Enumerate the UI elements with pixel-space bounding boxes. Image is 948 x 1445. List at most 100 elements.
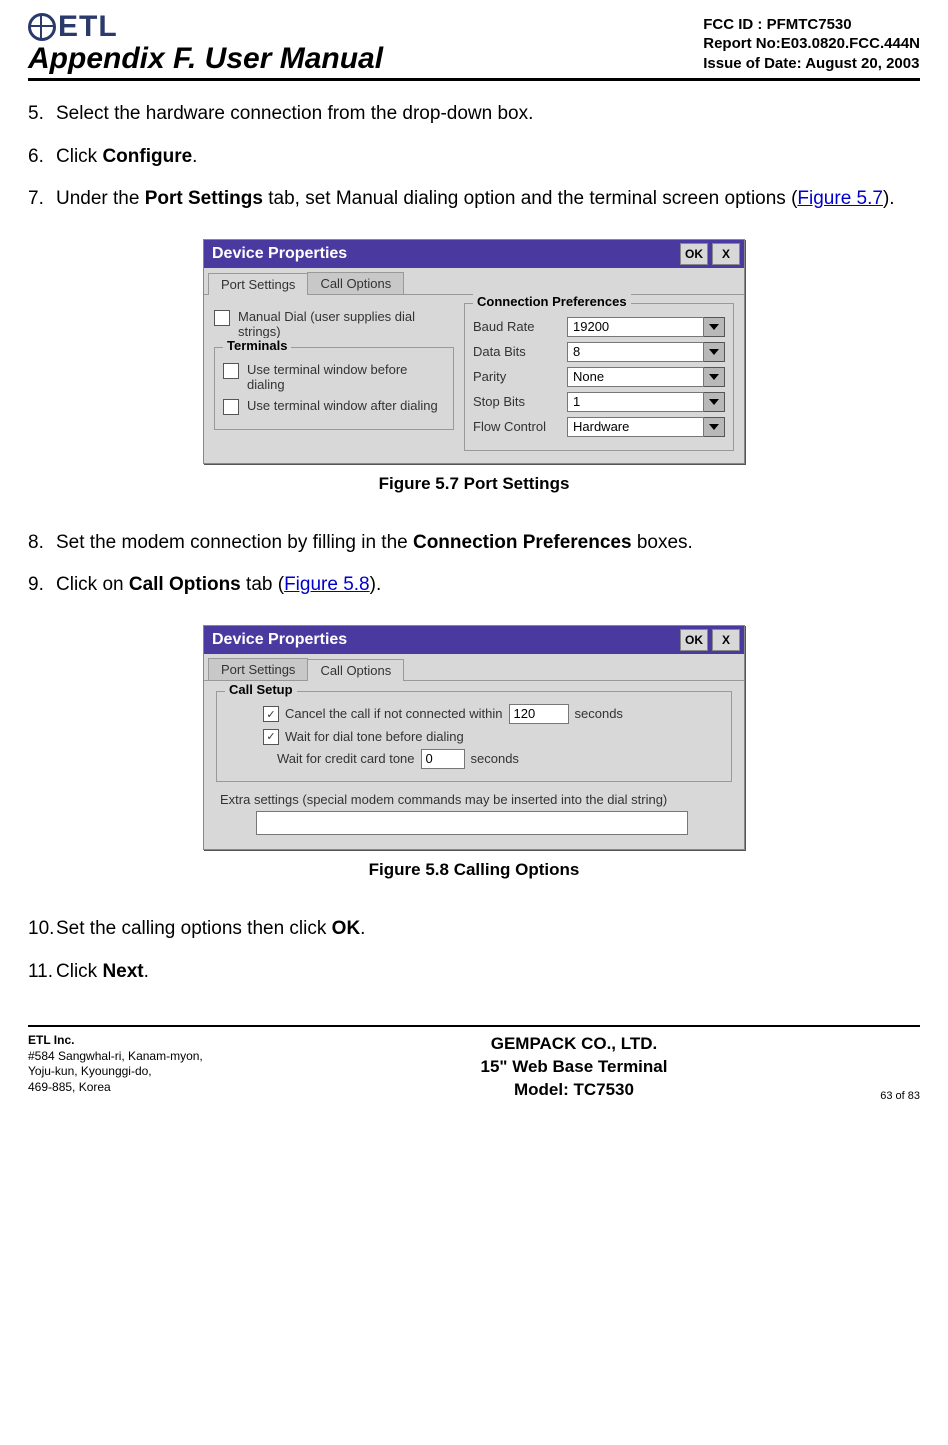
issue-date: Issue of Date: August 20, 2003 <box>703 54 920 74</box>
close-button[interactable]: X <box>712 243 740 265</box>
step-10-pre: Set the calling options then click <box>56 918 332 939</box>
chevron-down-icon[interactable] <box>704 342 725 362</box>
data-bits-value: 8 <box>567 342 704 362</box>
tab-call-options[interactable]: Call Options <box>307 272 404 294</box>
figure-58-link[interactable]: Figure 5.8 <box>284 574 370 595</box>
figure-57-link[interactable]: Figure 5.7 <box>797 188 883 209</box>
ok-button[interactable]: OK <box>680 629 708 651</box>
chevron-down-icon[interactable] <box>704 392 725 412</box>
ok-button[interactable]: OK <box>680 243 708 265</box>
step-5: 5. Select the hardware connection from t… <box>28 101 920 128</box>
step-7: 7. Under the Port Settings tab, set Manu… <box>28 186 920 213</box>
cancel-call-post: seconds <box>575 706 623 721</box>
data-bits-dropdown[interactable]: 8 <box>567 342 725 362</box>
figure-57-block: Device Properties OK X Port Settings Cal… <box>28 239 920 494</box>
credit-tone-post: seconds <box>471 751 519 766</box>
page-footer: ETL Inc. #584 Sangwhal-ri, Kanam-myon, Y… <box>28 1025 920 1120</box>
figure-58-caption: Figure 5.8 Calling Options <box>28 860 920 880</box>
step-11: 11. Click Next. <box>28 959 920 986</box>
step-10-post: . <box>360 918 365 939</box>
step-11-pre: Click <box>56 961 102 982</box>
step-5-text: Select the hardware connection from the … <box>56 101 920 128</box>
step-6: 6. Click Configure. <box>28 144 920 171</box>
chevron-down-icon[interactable] <box>704 367 725 387</box>
step-9-bold: Call Options <box>129 574 241 595</box>
tab-port-settings[interactable]: Port Settings <box>208 658 308 680</box>
call-setup-fieldset: Call Setup Cancel the call if not connec… <box>216 691 732 782</box>
step-7-bold: Port Settings <box>145 188 263 209</box>
chevron-down-icon[interactable] <box>704 417 725 437</box>
terminal-before-label: Use terminal window before dialing <box>247 362 445 392</box>
tab-call-options[interactable]: Call Options <box>307 659 404 681</box>
step-11-bold: Next <box>102 961 143 982</box>
credit-seconds-input[interactable] <box>421 749 465 769</box>
step-9: 9. Click on Call Options tab (Figure 5.8… <box>28 572 920 599</box>
step-10: 10. Set the calling options then click O… <box>28 916 920 943</box>
step-7-pre: Under the <box>56 188 145 209</box>
step-7-mid: tab, set Manual dialing option and the t… <box>263 188 797 209</box>
etl-logo: ETL <box>28 10 383 44</box>
step-7-post: ). <box>883 188 895 209</box>
tab-port-settings[interactable]: Port Settings <box>208 273 308 295</box>
globe-icon <box>28 13 56 41</box>
dialog-titlebar: Device Properties OK X <box>204 626 744 654</box>
step-9-post: ). <box>370 574 382 595</box>
close-button[interactable]: X <box>712 629 740 651</box>
page-number: 63 of 83 <box>820 1090 920 1102</box>
call-setup-legend: Call Setup <box>225 682 297 697</box>
report-no: Report No:E03.0820.FCC.444N <box>703 34 920 54</box>
figure-57-caption: Figure 5.7 Port Settings <box>28 474 920 494</box>
dialog-titlebar: Device Properties OK X <box>204 240 744 268</box>
header-meta: FCC ID : PFMTC7530 Report No:E03.0820.FC… <box>703 15 920 77</box>
terminals-fieldset: Terminals Use terminal window before dia… <box>214 347 454 430</box>
step-9-mid: tab ( <box>241 574 284 595</box>
baud-rate-dropdown[interactable]: 19200 <box>567 317 725 337</box>
connection-prefs-fieldset: Connection Preferences Baud Rate 19200 D… <box>464 303 734 451</box>
step-9-pre: Click on <box>56 574 129 595</box>
footer-addr1: #584 Sangwhal-ri, Kanam-myon, <box>28 1049 203 1063</box>
parity-label: Parity <box>473 369 559 384</box>
step-8-bold: Connection Preferences <box>413 532 632 553</box>
cancel-call-label: Cancel the call if not connected within <box>285 706 503 721</box>
tab-strip: Port Settings Call Options <box>204 654 744 680</box>
step-10-bold: OK <box>332 918 361 939</box>
dialog-title: Device Properties <box>212 631 347 649</box>
manual-dial-label: Manual Dial (user supplies dial strings) <box>238 309 454 339</box>
terminals-legend: Terminals <box>223 338 291 353</box>
extra-settings-input[interactable] <box>256 811 688 835</box>
step-8-post: boxes. <box>632 532 693 553</box>
parity-dropdown[interactable]: None <box>567 367 725 387</box>
footer-center3: Model: TC7530 <box>328 1079 820 1102</box>
step-6-pre: Click <box>56 146 102 167</box>
stop-bits-dropdown[interactable]: 1 <box>567 392 725 412</box>
step-11-post: . <box>144 961 149 982</box>
step-8-pre: Set the modem connection by filling in t… <box>56 532 413 553</box>
cancel-call-checkbox[interactable] <box>263 706 279 722</box>
terminal-after-checkbox[interactable] <box>223 399 239 415</box>
extra-settings-label: Extra settings (special modem commands m… <box>220 792 732 807</box>
figure-58-block: Device Properties OK X Port Settings Cal… <box>28 625 920 880</box>
wait-tone-label: Wait for dial tone before dialing <box>285 729 464 744</box>
manual-dial-checkbox[interactable] <box>214 310 230 326</box>
page-title: Appendix F. User Manual <box>28 42 383 76</box>
dialog-title: Device Properties <box>212 245 347 263</box>
step-6-bold: Configure <box>102 146 192 167</box>
baud-rate-label: Baud Rate <box>473 319 559 334</box>
chevron-down-icon[interactable] <box>704 317 725 337</box>
step-6-post: . <box>192 146 197 167</box>
flow-control-label: Flow Control <box>473 419 559 434</box>
flow-control-dropdown[interactable]: Hardware <box>567 417 725 437</box>
parity-value: None <box>567 367 704 387</box>
footer-center1: GEMPACK CO., LTD. <box>328 1033 820 1056</box>
stop-bits-label: Stop Bits <box>473 394 559 409</box>
tab-strip: Port Settings Call Options <box>204 268 744 294</box>
cancel-seconds-input[interactable] <box>509 704 569 724</box>
wait-tone-checkbox[interactable] <box>263 729 279 745</box>
footer-addr3: 469-885, Korea <box>28 1080 111 1094</box>
footer-addr2: Yoju-kun, Kyounggi-do, <box>28 1064 152 1078</box>
connection-prefs-legend: Connection Preferences <box>473 294 631 309</box>
baud-rate-value: 19200 <box>567 317 704 337</box>
device-properties-dialog-58: Device Properties OK X Port Settings Cal… <box>203 625 745 850</box>
terminal-before-checkbox[interactable] <box>223 363 239 379</box>
credit-tone-label: Wait for credit card tone <box>277 751 415 766</box>
